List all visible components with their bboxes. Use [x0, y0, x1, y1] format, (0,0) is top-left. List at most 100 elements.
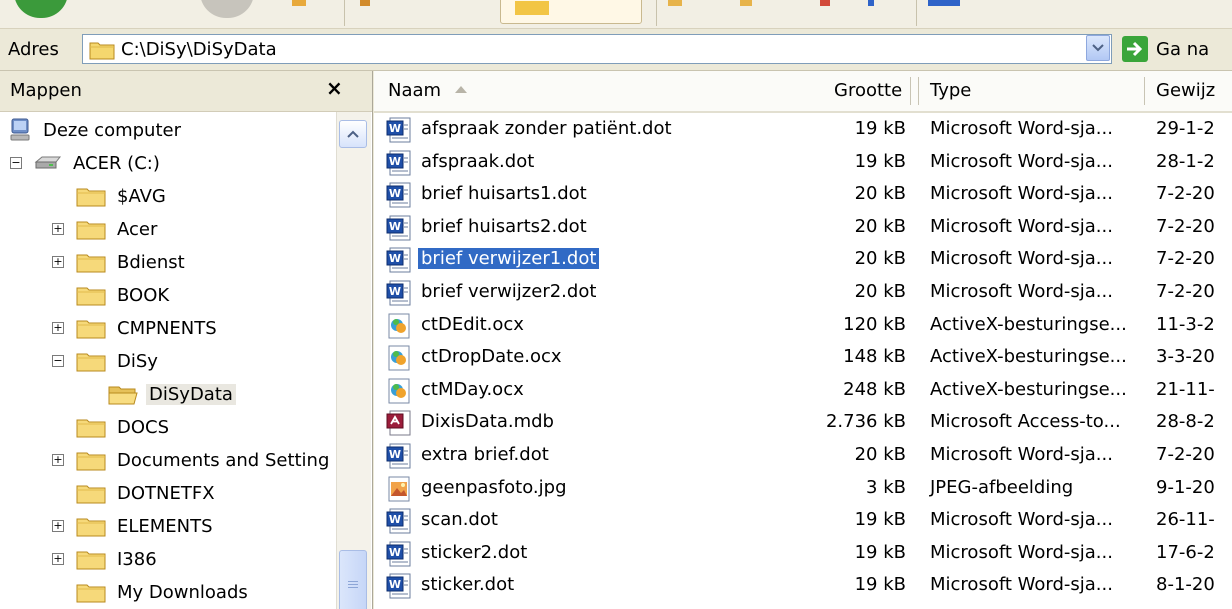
file-row[interactable]: Wextra brief.dot 20 kB Microsoft Word-sja.…: [374, 441, 1232, 473]
folders-pane-header: Mappen ×: [0, 71, 372, 112]
chevron-down-icon: [1092, 44, 1104, 52]
move-to-icon[interactable]: [668, 0, 682, 6]
file-name: extra brief.dot: [421, 444, 549, 465]
file-type: Microsoft Word-sja...: [930, 509, 1113, 531]
views-icon[interactable]: [928, 0, 960, 6]
svg-text:W: W: [389, 220, 401, 233]
expand-icon[interactable]: +: [52, 256, 64, 268]
up-folder-icon[interactable]: [292, 0, 306, 6]
file-name: ctDEdit.ocx: [421, 313, 524, 335]
tree-item-label: DOTNETFX: [117, 482, 215, 504]
column-header-type[interactable]: Type: [930, 80, 971, 101]
jpeg-icon: [386, 476, 412, 502]
file-date: 28-8-2: [1156, 411, 1215, 433]
folders-button[interactable]: [500, 0, 642, 24]
column-header-name[interactable]: Naam: [388, 80, 468, 101]
address-dropdown-button[interactable]: [1086, 35, 1110, 61]
expand-icon[interactable]: +: [52, 322, 64, 334]
expand-icon[interactable]: +: [52, 553, 64, 565]
folder-icon: [76, 284, 106, 306]
file-row[interactable]: Wbrief verwijzer1.dot 20 kB Microsoft Word…: [374, 245, 1232, 277]
word-template-icon: W: [386, 508, 412, 534]
column-header-date[interactable]: Gewijz: [1156, 80, 1215, 101]
file-row[interactable]: Wbrief huisarts1.dot 20 kB Microsoft Word-…: [374, 180, 1232, 212]
column-header-size[interactable]: Grootte: [834, 80, 902, 101]
drive-icon: [34, 154, 62, 172]
collapse-icon[interactable]: −: [10, 157, 22, 169]
file-name: afspraak.dot: [421, 150, 535, 172]
tree-item[interactable]: − ACER (C:): [10, 148, 163, 178]
tree-item[interactable]: DOTNETFX: [76, 478, 218, 508]
file-size: 120 kB: [843, 313, 906, 335]
go-label: Ga na: [1156, 38, 1210, 60]
column-divider[interactable]: [1144, 77, 1145, 105]
file-row[interactable]: Wsticker2.dot 19 kB Microsoft Word-sja... 1…: [374, 539, 1232, 571]
column-divider[interactable]: [910, 77, 911, 105]
file-row[interactable]: Wscan.dot 19 kB Microsoft Word-sja... 26-11…: [374, 506, 1232, 538]
tree-item[interactable]: − DiSy: [52, 346, 161, 376]
tree-item[interactable]: + Acer: [52, 214, 160, 244]
tree-item[interactable]: Deze computer: [8, 115, 184, 145]
file-row[interactable]: Wsticker.dot 19 kB Microsoft Word-sja... 8-…: [374, 571, 1232, 603]
tree-item-label: ACER (C:): [73, 152, 160, 174]
file-row[interactable]: DixisData.mdb 2.736 kB Microsoft Access-to…: [374, 408, 1232, 440]
scroll-thumb[interactable]: [339, 550, 367, 609]
folders-icon: [515, 1, 549, 15]
file-size: 2.736 kB: [825, 411, 906, 433]
tree-item[interactable]: DiSyData: [108, 379, 236, 409]
go-arrow-icon: [1122, 36, 1148, 62]
file-row[interactable]: Wbrief huisarts2.dot 20 kB Microsoft Word-…: [374, 213, 1232, 245]
tree-item[interactable]: BOOK: [76, 280, 172, 310]
forward-button[interactable]: [200, 0, 254, 18]
delete-icon[interactable]: [820, 0, 830, 6]
file-row[interactable]: Wafspraak zonder patiënt.dot 19 kB Microso…: [374, 115, 1232, 147]
undo-icon[interactable]: [868, 0, 874, 6]
back-button[interactable]: [14, 0, 68, 18]
close-icon[interactable]: ×: [326, 76, 343, 100]
file-row[interactable]: ctDEdit.ocx 120 kB ActiveX-besturingse... 1…: [374, 311, 1232, 343]
tree-item[interactable]: $AVG: [76, 181, 169, 211]
file-row[interactable]: ctMDay.ocx 248 kB ActiveX-besturingse... 21…: [374, 376, 1232, 408]
file-row[interactable]: geenpasfoto.jpg 3 kB JPEG-afbeelding 9-1-20: [374, 474, 1232, 506]
expand-icon[interactable]: +: [52, 223, 64, 235]
file-name: brief verwijzer1.dot: [418, 248, 600, 270]
folder-icon: [76, 251, 106, 273]
file-size: 248 kB: [843, 378, 906, 400]
tree-item[interactable]: My Downloads: [76, 577, 251, 607]
collapse-icon[interactable]: −: [52, 355, 64, 367]
scroll-up-button[interactable]: [339, 120, 367, 148]
file-row[interactable]: Wbrief verwijzer2.dot 20 kB Microsoft Word…: [374, 278, 1232, 310]
tree-item-label: BOOK: [117, 284, 170, 306]
address-input[interactable]: C:\DiSy\DiSyData: [82, 34, 1112, 64]
toolbar: [0, 0, 1232, 29]
file-row[interactable]: Wafspraak.dot 19 kB Microsoft Word-sja... 2…: [374, 148, 1232, 180]
copy-to-icon[interactable]: [740, 0, 752, 6]
folder-icon: [76, 482, 106, 504]
tree-item[interactable]: + ELEMENTS: [52, 511, 216, 541]
file-type: Microsoft Word-sja...: [930, 215, 1113, 237]
file-row[interactable]: ctDropDate.ocx 148 kB ActiveX-besturingse.…: [374, 343, 1232, 375]
column-divider[interactable]: [918, 77, 919, 105]
vertical-scrollbar[interactable]: [336, 112, 371, 609]
tree-item[interactable]: + Bdienst: [52, 247, 188, 277]
go-button[interactable]: Ga na: [1122, 34, 1209, 64]
expand-icon[interactable]: +: [52, 520, 64, 532]
file-date: 7-2-20: [1156, 281, 1215, 302]
file-name: scan.dot: [421, 509, 498, 531]
tree-item-label: DiSy: [117, 350, 158, 372]
address-label: Adres: [8, 39, 59, 60]
file-type: Microsoft Word-sja...: [930, 281, 1113, 302]
expand-icon[interactable]: +: [52, 454, 64, 466]
file-size: 19 kB: [854, 541, 906, 563]
tree-item[interactable]: + Documents and Setting: [52, 445, 332, 475]
folders-pane-title: Mappen: [10, 80, 82, 101]
tree-item[interactable]: DOCS: [76, 412, 172, 442]
chevron-up-icon: [347, 130, 359, 138]
tree-item[interactable]: + CMPNENTS: [52, 313, 220, 343]
file-size: 148 kB: [843, 346, 906, 368]
search-icon[interactable]: [360, 0, 370, 6]
file-type: Microsoft Word-sja...: [930, 574, 1113, 596]
svg-text:W: W: [389, 285, 401, 298]
tree-item[interactable]: + I386: [52, 544, 160, 574]
grip-icon: [348, 581, 358, 582]
